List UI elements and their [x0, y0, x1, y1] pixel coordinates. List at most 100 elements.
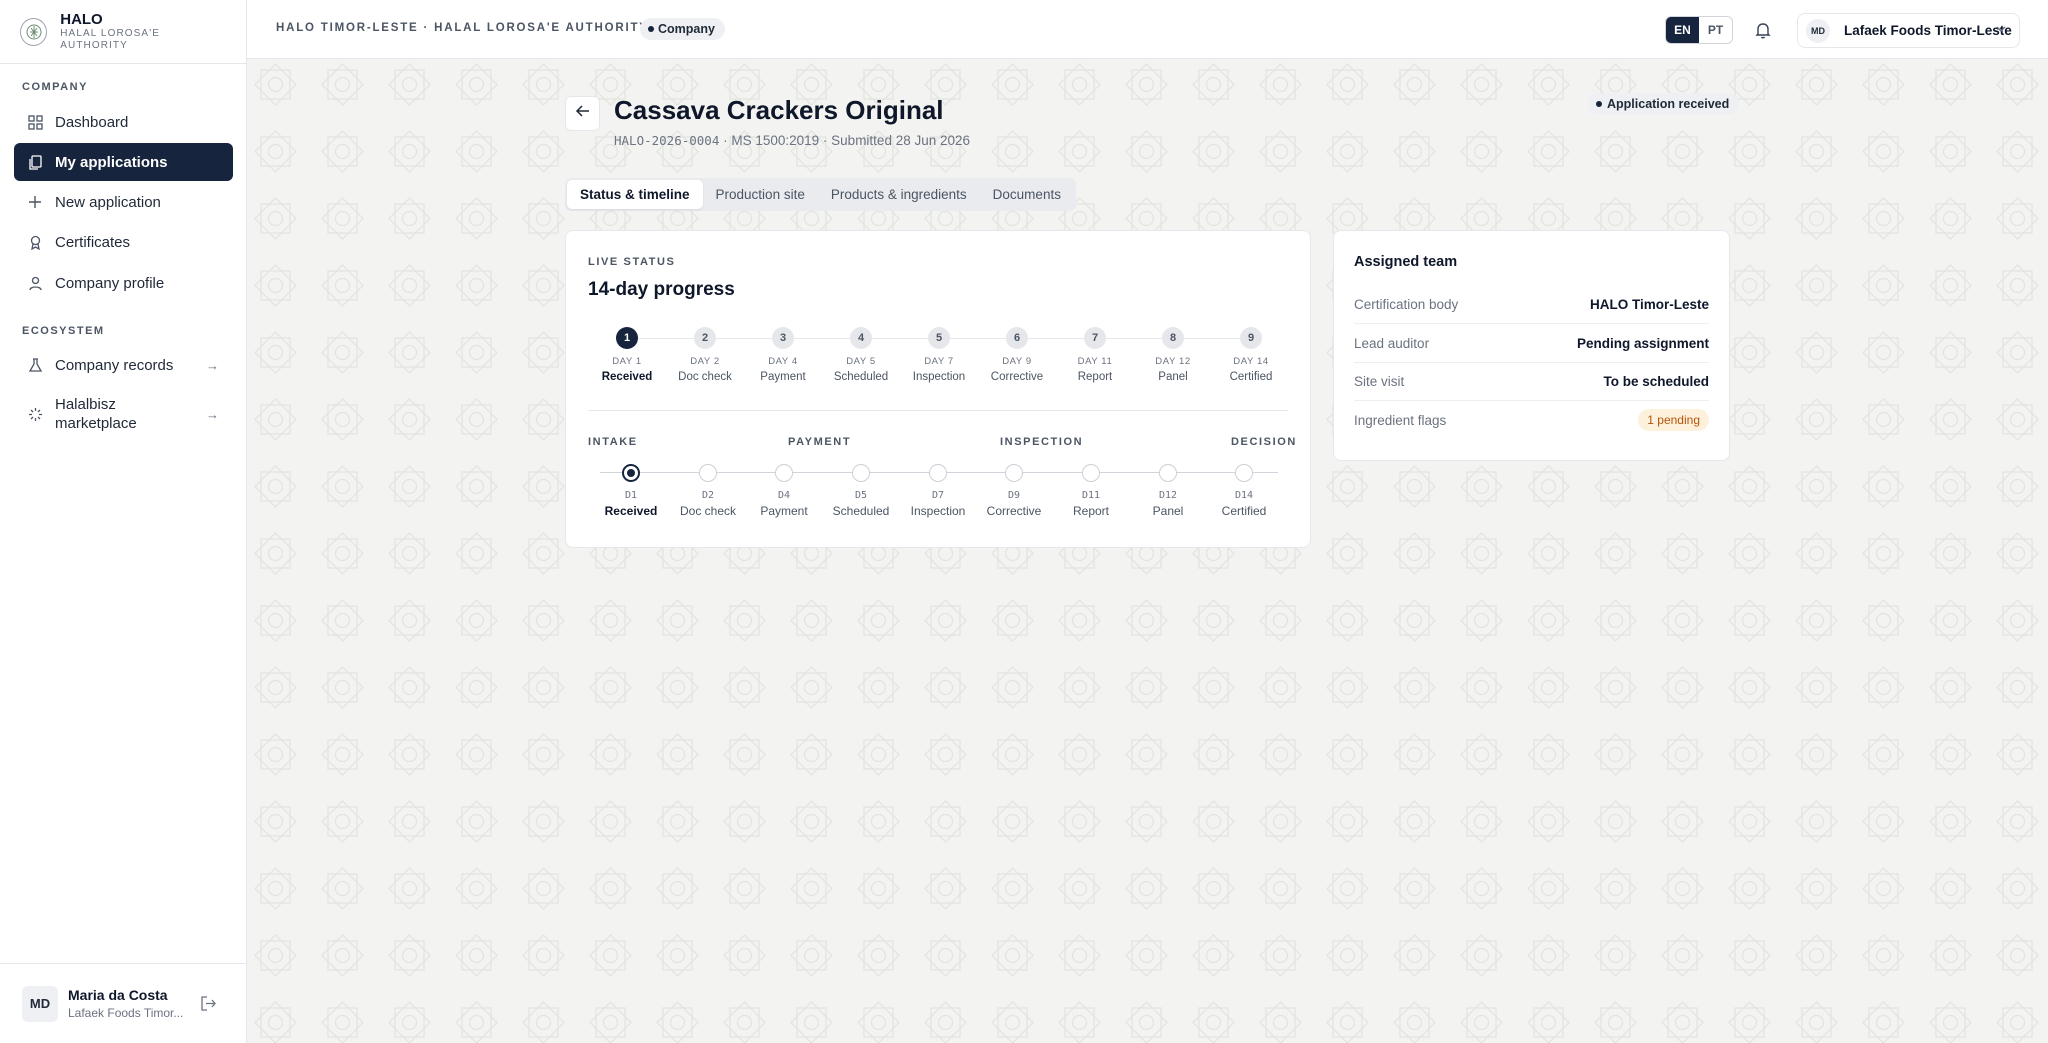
step-number: 8: [1162, 327, 1184, 349]
tab-products-ingredients[interactable]: Products & ingredients: [818, 180, 980, 209]
team-row-value: To be scheduled: [1603, 374, 1709, 389]
sidebar-item-label: Company profile: [55, 274, 165, 292]
application-ref: HALO-2026-0004: [614, 133, 720, 148]
timeline-label: Scheduled: [832, 504, 890, 518]
lang-en-button[interactable]: EN: [1666, 17, 1699, 43]
timeline-dot: [852, 464, 870, 482]
brand[interactable]: HALO HALAL LOROSA'E AUTHORITY: [0, 0, 246, 64]
timeline-step: D14 Certified: [1206, 464, 1282, 518]
timeline-label: Corrective: [986, 504, 1042, 518]
timeline-label: Received: [604, 504, 658, 518]
team-row: Lead auditor Pending assignment: [1354, 325, 1709, 363]
timeline-label: Certified: [1221, 504, 1267, 518]
progress-title: 14-day progress: [588, 279, 735, 300]
progress-step: 4 DAY 5 Scheduled: [822, 327, 900, 383]
live-status-label: LIVE STATUS: [588, 256, 676, 268]
progress-step: 9 DAY 14 Certified: [1212, 327, 1290, 383]
sidebar-item-label: Halalbisz marketplace: [55, 396, 137, 432]
user-block[interactable]: MD Maria da Costa Lafaek Foods Timor...: [0, 963, 247, 1043]
step-day: DAY 12: [1155, 356, 1191, 367]
timeline-dot: [929, 464, 947, 482]
step-label: Inspection: [912, 371, 966, 383]
step-label: Doc check: [678, 371, 732, 383]
timeline-step: D9 Corrective: [976, 464, 1052, 518]
team-row-key: Site visit: [1354, 374, 1405, 389]
language-switcher: EN PT: [1665, 16, 1733, 44]
sidebar-item-certificates[interactable]: Certificates: [14, 223, 233, 261]
progress-step: 5 DAY 7 Inspection: [900, 327, 978, 383]
halo-logo-icon: [20, 17, 48, 46]
team-row-key: Ingredient flags: [1354, 413, 1447, 428]
step-label: Received: [601, 371, 653, 383]
tab-documents[interactable]: Documents: [980, 180, 1074, 209]
sidebar-item-company-profile[interactable]: Company profile: [14, 264, 233, 302]
phase-label-payment: PAYMENT: [788, 436, 852, 448]
step-day: DAY 1: [612, 356, 642, 367]
timeline: D1 Received D2 Doc check D4 Payment D5 S…: [588, 464, 1290, 529]
tab-status-timeline[interactable]: Status & timeline: [567, 180, 703, 209]
step-number: 2: [694, 327, 716, 349]
timeline-step: D1 Received: [593, 464, 669, 518]
timeline-code: D14: [1234, 490, 1254, 501]
application-meta: HALO-2026-0004 · MS 1500:2019 · Submitte…: [614, 133, 970, 148]
step-day: DAY 7: [924, 356, 954, 367]
sidebar-item-new-application[interactable]: New application: [14, 183, 233, 221]
timeline-label: Report: [1072, 504, 1110, 518]
arrow-right-icon: →: [206, 406, 219, 422]
ingredient-flags-badge: 1 pending: [1638, 409, 1709, 431]
timeline-label: Payment: [760, 504, 808, 518]
step-label: Panel: [1158, 371, 1188, 383]
timeline-step: D11 Report: [1053, 464, 1129, 518]
tab-production-site[interactable]: Production site: [703, 180, 818, 209]
step-label: Certified: [1229, 371, 1273, 383]
team-row-value: Pending assignment: [1576, 336, 1709, 351]
timeline-dot: [775, 464, 793, 482]
header-title: HALO TIMOR-LESTE · HALAL LOROSA'E AUTHOR…: [276, 22, 649, 34]
timeline-label: Doc check: [679, 504, 737, 518]
bell-icon[interactable]: [1752, 19, 1774, 41]
sidebar-item-dashboard[interactable]: Dashboard: [14, 103, 233, 141]
arrow-right-icon: →: [206, 357, 219, 373]
step-day: DAY 2: [690, 356, 720, 367]
company-avatar: MD: [1806, 18, 1830, 43]
step-day: DAY 14: [1233, 356, 1269, 367]
step-number: 6: [1006, 327, 1028, 349]
role-badge: Company: [640, 18, 725, 40]
lang-pt-button[interactable]: PT: [1699, 17, 1732, 43]
progress-step: 2 DAY 2 Doc check: [666, 327, 744, 383]
timeline-dot: [1005, 464, 1023, 482]
company-name: Lafaek Foods Timor-Leste: [1844, 23, 2012, 38]
arrow-left-icon: [575, 103, 591, 124]
timeline-dot: [1159, 464, 1177, 482]
sidebar-item-halalbisz-marketplace[interactable]: Halalbisz marketplace →: [14, 392, 233, 436]
progress-step: 7 DAY 11 Report: [1056, 327, 1134, 383]
phase-label-intake: INTAKE: [588, 436, 638, 448]
timeline-code: D9: [1007, 490, 1021, 501]
back-button[interactable]: [565, 96, 600, 131]
step-label: Payment: [760, 371, 806, 383]
sidebar-item-label: Company records: [55, 356, 174, 374]
nav-section-ecosystem: ECOSYSTEM: [22, 325, 105, 337]
phase-label-decision: DECISION: [1231, 436, 1297, 448]
team-row: Ingredient flags 1 pending: [1354, 402, 1709, 440]
logout-icon[interactable]: [200, 995, 217, 1017]
timeline-step: D7 Inspection: [900, 464, 976, 518]
avatar: MD: [22, 985, 58, 1022]
nav-section-company: COMPANY: [22, 81, 88, 93]
timeline-code: D2: [701, 490, 715, 501]
timeline-code: D1: [624, 490, 638, 501]
step-label: Corrective: [990, 371, 1044, 383]
sidebar-item-company-records[interactable]: Company records →: [14, 346, 233, 384]
progress-card: LIVE STATUS 14-day progress 1 DAY 1 Rece…: [565, 230, 1311, 548]
timeline-step: D12 Panel: [1130, 464, 1206, 518]
timeline-code: D5: [854, 490, 868, 501]
status-badge: Application received: [1587, 93, 1740, 115]
timeline-code: D12: [1158, 490, 1178, 501]
team-row-key: Lead auditor: [1354, 336, 1430, 351]
timeline-dot: [622, 464, 640, 482]
sidebar-item-my-applications[interactable]: My applications: [14, 143, 233, 181]
team-row-key: Certification body: [1354, 297, 1459, 312]
timeline-code: D7: [931, 490, 945, 501]
application-meta-rest: · MS 1500:2019 · Submitted 28 Jun 2026: [719, 133, 971, 148]
company-select[interactable]: MD Lafaek Foods Timor-Leste: [1797, 13, 2020, 48]
